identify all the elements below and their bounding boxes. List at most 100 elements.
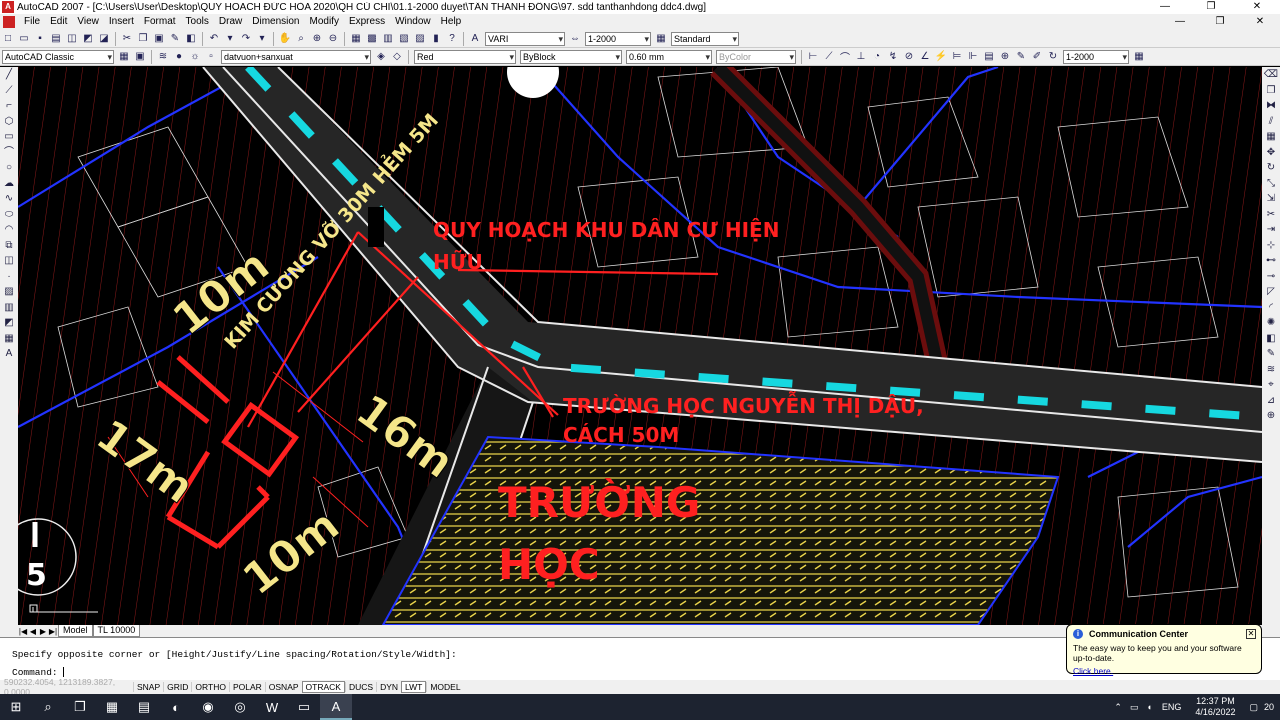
drawing-area[interactable]: 3 5 QUY HOẠCH KHU DÂN CƯ HIỆN HỮU KIM CƯ…	[18, 67, 1262, 625]
task-view-icon[interactable]: ❐	[64, 694, 96, 720]
break-icon[interactable]: ⊷	[1262, 253, 1280, 269]
stretch-icon[interactable]: ⇲	[1262, 191, 1280, 207]
point-icon[interactable]: ·	[0, 269, 18, 285]
taskbar-clock[interactable]: 12:37 PM 4/16/2022	[1187, 696, 1243, 718]
table-style-select[interactable]: Standard	[671, 31, 739, 46]
file-icon[interactable]: ▤	[128, 694, 160, 720]
aligned-dimension-icon[interactable]: ⟋	[822, 50, 836, 64]
dimension-text-edit-icon[interactable]: ✐	[1030, 50, 1044, 64]
redo-dropdown-icon[interactable]: ▾	[255, 32, 269, 46]
menu-modify[interactable]: Modify	[305, 14, 344, 30]
make-object-layer-current-icon[interactable]: ◈	[374, 50, 388, 64]
arc-icon[interactable]: ⌒	[0, 145, 18, 161]
chrome-icon[interactable]: ◉	[192, 694, 224, 720]
open-file-icon[interactable]: ▭	[17, 32, 31, 46]
linetype-select[interactable]: ByBlock	[520, 49, 622, 64]
tab-layout-tl10000[interactable]: TL 10000	[92, 625, 141, 637]
new-file-icon[interactable]: □	[1, 32, 15, 46]
zoom-realtime-icon[interactable]: ⌕	[294, 32, 308, 46]
line-icon[interactable]: ╱	[0, 67, 18, 83]
tab-prev-icon[interactable]: ◀	[28, 627, 38, 636]
tray-chevron-icon[interactable]: ⌃	[1110, 702, 1126, 713]
erase-icon[interactable]: ⌫	[1262, 67, 1280, 83]
status-ortho-button[interactable]: ORTHO	[191, 682, 229, 692]
gradient-icon[interactable]: ▥	[0, 300, 18, 316]
workspace-select[interactable]: AutoCAD Classic	[2, 49, 114, 64]
continue-dimension-icon[interactable]: ⊩	[966, 50, 980, 64]
undo-dropdown-icon[interactable]: ▾	[223, 32, 237, 46]
mirror-icon[interactable]: ⧓	[1262, 98, 1280, 114]
match-properties-icon[interactable]: ✎	[168, 32, 182, 46]
dimension-style-manager-icon[interactable]: ▦	[1132, 50, 1146, 64]
paste-icon[interactable]: ▣	[152, 32, 166, 46]
menu-dimension[interactable]: Dimension	[247, 14, 304, 30]
dimension-scale-select[interactable]: 1-2000	[1063, 49, 1129, 64]
zoom-window-icon[interactable]: ⊕	[310, 32, 324, 46]
help-icon[interactable]: ?	[445, 32, 459, 46]
print-preview-icon[interactable]: ◫	[65, 32, 79, 46]
status-snap-button[interactable]: SNAP	[133, 682, 163, 692]
diameter-dimension-icon[interactable]: ⊘	[902, 50, 916, 64]
insert-block-icon[interactable]: ⧉	[0, 238, 18, 254]
cut-icon[interactable]: ✂	[120, 32, 134, 46]
volume-icon[interactable]: ◖	[1142, 702, 1155, 712]
multiline-text-icon[interactable]: A	[0, 346, 18, 362]
explode-icon[interactable]: ✺	[1262, 315, 1280, 331]
chamfer-icon[interactable]: ◸	[1262, 284, 1280, 300]
design-center-icon[interactable]: ▩	[365, 32, 379, 46]
window-maximize-button[interactable]: ❐	[1188, 0, 1234, 14]
inquiry-icon[interactable]: ⊿	[1262, 393, 1280, 409]
communication-center-balloon[interactable]: i Communication Center ✕ The easy way to…	[1066, 624, 1262, 676]
tool-palettes-icon[interactable]: ▥	[381, 32, 395, 46]
scale-icon[interactable]: ⤡	[1262, 176, 1280, 192]
status-ducs-button[interactable]: DUCS	[344, 682, 376, 692]
angular-dimension-icon[interactable]: ∠	[918, 50, 932, 64]
window-minimize-button[interactable]: —	[1142, 0, 1188, 14]
balloon-link[interactable]: Click here.	[1073, 666, 1255, 676]
pan-icon[interactable]: ✋	[278, 32, 292, 46]
offset-icon[interactable]: ⫽	[1262, 114, 1280, 130]
lineweight-select[interactable]: 0.60 mm	[626, 49, 712, 64]
status-polar-button[interactable]: POLAR	[228, 682, 265, 692]
rotate-icon[interactable]: ↻	[1262, 160, 1280, 176]
save-workspace-icon[interactable]: ▣	[133, 50, 147, 64]
language-indicator[interactable]: ENG	[1156, 702, 1188, 712]
make-block-icon[interactable]: ◫	[0, 253, 18, 269]
status-osnap-button[interactable]: OSNAP	[264, 682, 302, 692]
object-snap-icon[interactable]: ⌖	[1262, 377, 1280, 393]
balloon-close-button[interactable]: ✕	[1246, 629, 1256, 639]
undo-icon[interactable]: ↶	[207, 32, 221, 46]
drawing-minimize-button[interactable]: —	[1160, 14, 1200, 30]
status-dyn-button[interactable]: DYN	[376, 682, 401, 692]
polyline-icon[interactable]: ⌐	[0, 98, 18, 114]
menu-window[interactable]: Window	[390, 14, 436, 30]
file-explorer-icon[interactable]: ▭	[288, 694, 320, 720]
tab-next-icon[interactable]: ▶	[38, 627, 48, 636]
text-style-select[interactable]: VARI	[485, 31, 565, 46]
menu-draw[interactable]: Draw	[214, 14, 247, 30]
print-icon[interactable]: ▤	[49, 32, 63, 46]
autocad-taskbar-icon[interactable]: A	[320, 694, 352, 720]
dimension-update-icon[interactable]: ↻	[1046, 50, 1060, 64]
trim-icon[interactable]: ✂	[1262, 207, 1280, 223]
fillet-icon[interactable]: ◜	[1262, 300, 1280, 316]
search-icon[interactable]: ⌕	[32, 694, 64, 720]
notification-icon[interactable]: ▢	[1243, 702, 1264, 713]
text-style-icon[interactable]: A	[468, 32, 482, 46]
array-icon[interactable]: ▦	[1262, 129, 1280, 145]
status-otrack-button[interactable]: OTRACK	[301, 681, 345, 693]
cad-drawing[interactable]: 3 5 QUY HOẠCH KHU DÂN CƯ HIỆN HỮU KIM CƯ…	[18, 67, 1262, 625]
command-input-cursor[interactable]	[63, 667, 65, 678]
zoom-tools-icon[interactable]: ⊕	[1262, 408, 1280, 424]
properties-icon[interactable]: ▦	[349, 32, 363, 46]
rectangle-icon[interactable]: ▭	[0, 129, 18, 145]
extend-icon[interactable]: ⇥	[1262, 222, 1280, 238]
quickcalc-icon[interactable]: ▮	[429, 32, 443, 46]
dim-style-icon[interactable]: ⇔	[568, 32, 582, 46]
table-icon[interactable]: ▦	[0, 331, 18, 347]
layer-previous-icon[interactable]: ◇	[390, 50, 404, 64]
window-close-button[interactable]: ✕	[1234, 0, 1280, 14]
calculator-icon[interactable]: ▦	[96, 694, 128, 720]
dim-style-select[interactable]: 1-2000	[585, 31, 651, 46]
drawing-close-button[interactable]: ✕	[1240, 14, 1280, 30]
